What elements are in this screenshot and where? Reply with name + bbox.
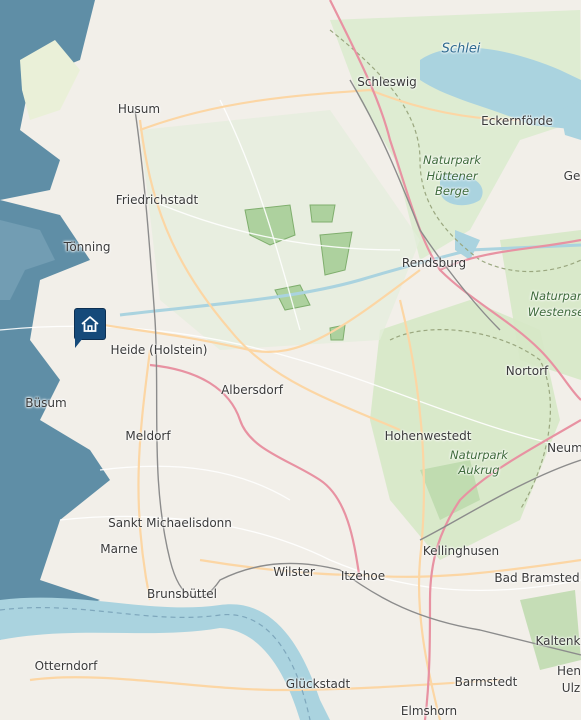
park-label-westensee-line2: Westense <box>527 305 581 319</box>
park-label-huettener-line3: Berge <box>434 184 470 198</box>
place-label-barmstedt[interactable]: Barmstedt <box>455 675 518 689</box>
place-label-friedrichstadt[interactable]: Friedrichstadt <box>116 193 198 207</box>
park-label-huettener-line2: Hüttener <box>426 169 478 183</box>
place-label-nortorf[interactable]: Nortorf <box>506 364 548 378</box>
place-label-tonning[interactable]: Tönning <box>64 240 111 254</box>
water-label-schlei: Schlei <box>441 41 481 57</box>
place-label-albersdorf[interactable]: Albersdorf <box>221 383 283 397</box>
place-label-bad-bramstedt[interactable]: Bad Bramsted <box>494 571 579 585</box>
place-label-kaltenk[interactable]: Kaltenk <box>536 634 581 648</box>
park-label-aukrug-line1: Naturpark <box>450 448 508 462</box>
place-label-rendsburg[interactable]: Rendsburg <box>402 256 466 270</box>
place-label-hen[interactable]: Hen <box>557 664 581 678</box>
home-location-marker[interactable] <box>75 309 105 348</box>
place-label-marne[interactable]: Marne <box>100 542 137 556</box>
park-label-huettener-line1: Naturpark <box>423 153 481 167</box>
park-label-westensee-line1: Naturpar <box>530 289 581 303</box>
place-label-meldorf[interactable]: Meldorf <box>125 429 170 443</box>
place-label-neum[interactable]: Neum <box>547 441 581 455</box>
place-label-itzehoe[interactable]: Itzehoe <box>341 569 385 583</box>
place-label-ulz[interactable]: Ulz <box>562 681 580 695</box>
place-label-buesum[interactable]: Büsum <box>25 396 66 410</box>
place-label-wilster[interactable]: Wilster <box>273 565 315 579</box>
place-label-glueckstadt[interactable]: Glückstadt <box>286 677 350 691</box>
park-label-aukrug-line2: Aukrug <box>458 463 500 477</box>
place-label-hohenwestedt[interactable]: Hohenwestedt <box>385 429 472 443</box>
map-base-layer <box>0 0 581 720</box>
place-label-brunsbuettel[interactable]: Brunsbüttel <box>147 587 217 601</box>
place-label-sankt-michaelisdonn[interactable]: Sankt Michaelisdonn <box>108 516 232 530</box>
map-canvas[interactable]: Husum Schleswig Eckernförde Ge Friedrich… <box>0 0 581 720</box>
home-icon <box>81 316 99 332</box>
place-label-otterndorf[interactable]: Otterndorf <box>35 659 98 673</box>
place-label-kellinghusen[interactable]: Kellinghusen <box>423 544 499 558</box>
place-label-ge[interactable]: Ge <box>564 169 581 183</box>
place-label-eckernfoerde[interactable]: Eckernförde <box>481 114 553 128</box>
place-label-husum[interactable]: Husum <box>118 102 160 116</box>
place-label-elmshorn[interactable]: Elmshorn <box>401 704 457 718</box>
place-label-schleswig[interactable]: Schleswig <box>357 75 417 89</box>
place-label-heide[interactable]: Heide (Holstein) <box>111 343 208 357</box>
